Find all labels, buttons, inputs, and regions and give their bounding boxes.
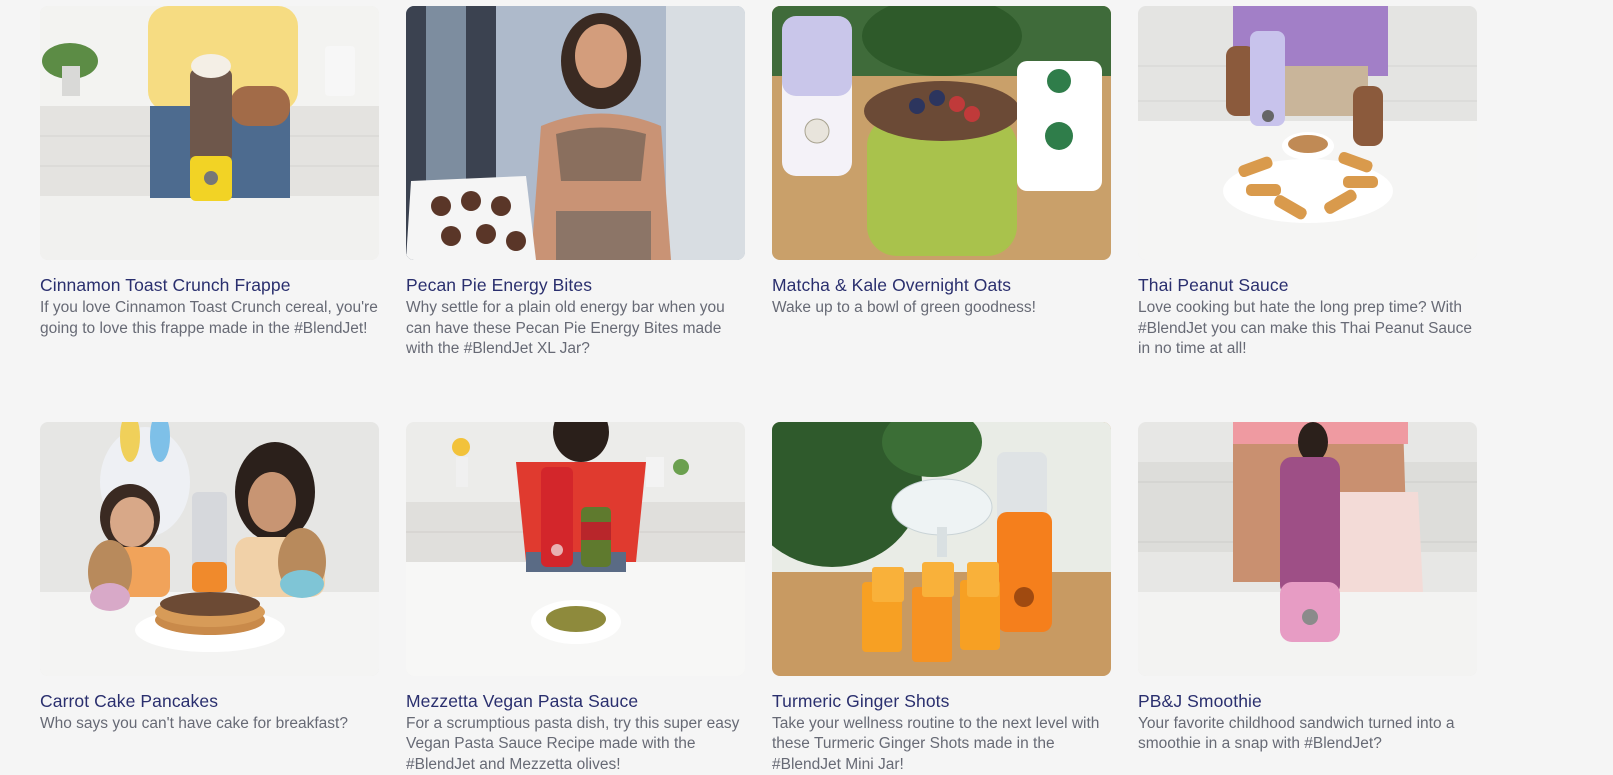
recipe-description: Why settle for a plain old energy bar wh… [406, 298, 745, 360]
recipe-card[interactable]: Thai Peanut Sauce Love cooking but hate … [1138, 6, 1477, 360]
recipe-card[interactable]: Mezzetta Vegan Pasta Sauce For a scrumpt… [406, 422, 745, 775]
peanut-sauce-photo-icon[interactable] [1138, 6, 1477, 260]
recipe-title[interactable]: Pecan Pie Energy Bites [406, 274, 745, 296]
recipe-title[interactable]: Thai Peanut Sauce [1138, 274, 1477, 296]
overnight-oats-photo-icon[interactable] [772, 6, 1111, 260]
recipe-title[interactable]: Matcha & Kale Overnight Oats [772, 274, 1111, 296]
recipe-title[interactable]: Turmeric Ginger Shots [772, 690, 1111, 712]
recipe-description: Love cooking but hate the long prep time… [1138, 298, 1477, 360]
recipe-title[interactable]: Cinnamon Toast Crunch Frappe [40, 274, 379, 296]
recipe-card[interactable]: Turmeric Ginger Shots Take your wellness… [772, 422, 1111, 775]
smoothie-photo-icon[interactable] [1138, 422, 1477, 676]
recipe-grid: Cinnamon Toast Crunch Frappe If you love… [40, 6, 1477, 775]
recipe-description: Who says you can't have cake for breakfa… [40, 714, 379, 735]
recipe-description: Take your wellness routine to the next l… [772, 714, 1111, 775]
recipe-title[interactable]: Mezzetta Vegan Pasta Sauce [406, 690, 745, 712]
ginger-shots-photo-icon[interactable] [772, 422, 1111, 676]
recipe-card[interactable]: PB&J Smoothie Your favorite childhood sa… [1138, 422, 1477, 775]
recipe-description: Your favorite childhood sandwich turned … [1138, 714, 1477, 755]
recipe-description: For a scrumptious pasta dish, try this s… [406, 714, 745, 775]
frappe-photo-icon[interactable] [40, 6, 379, 260]
pancakes-photo-icon[interactable] [40, 422, 379, 676]
recipe-description: Wake up to a bowl of green goodness! [772, 298, 1111, 319]
recipe-card[interactable]: Cinnamon Toast Crunch Frappe If you love… [40, 6, 379, 360]
recipe-card[interactable]: Matcha & Kale Overnight Oats Wake up to … [772, 6, 1111, 360]
recipe-title[interactable]: PB&J Smoothie [1138, 690, 1477, 712]
recipe-title[interactable]: Carrot Cake Pancakes [40, 690, 379, 712]
pasta-sauce-photo-icon[interactable] [406, 422, 745, 676]
recipe-description: If you love Cinnamon Toast Crunch cereal… [40, 298, 379, 339]
energy-bites-photo-icon[interactable] [406, 6, 745, 260]
recipe-card[interactable]: Carrot Cake Pancakes Who says you can't … [40, 422, 379, 775]
recipe-card[interactable]: Pecan Pie Energy Bites Why settle for a … [406, 6, 745, 360]
